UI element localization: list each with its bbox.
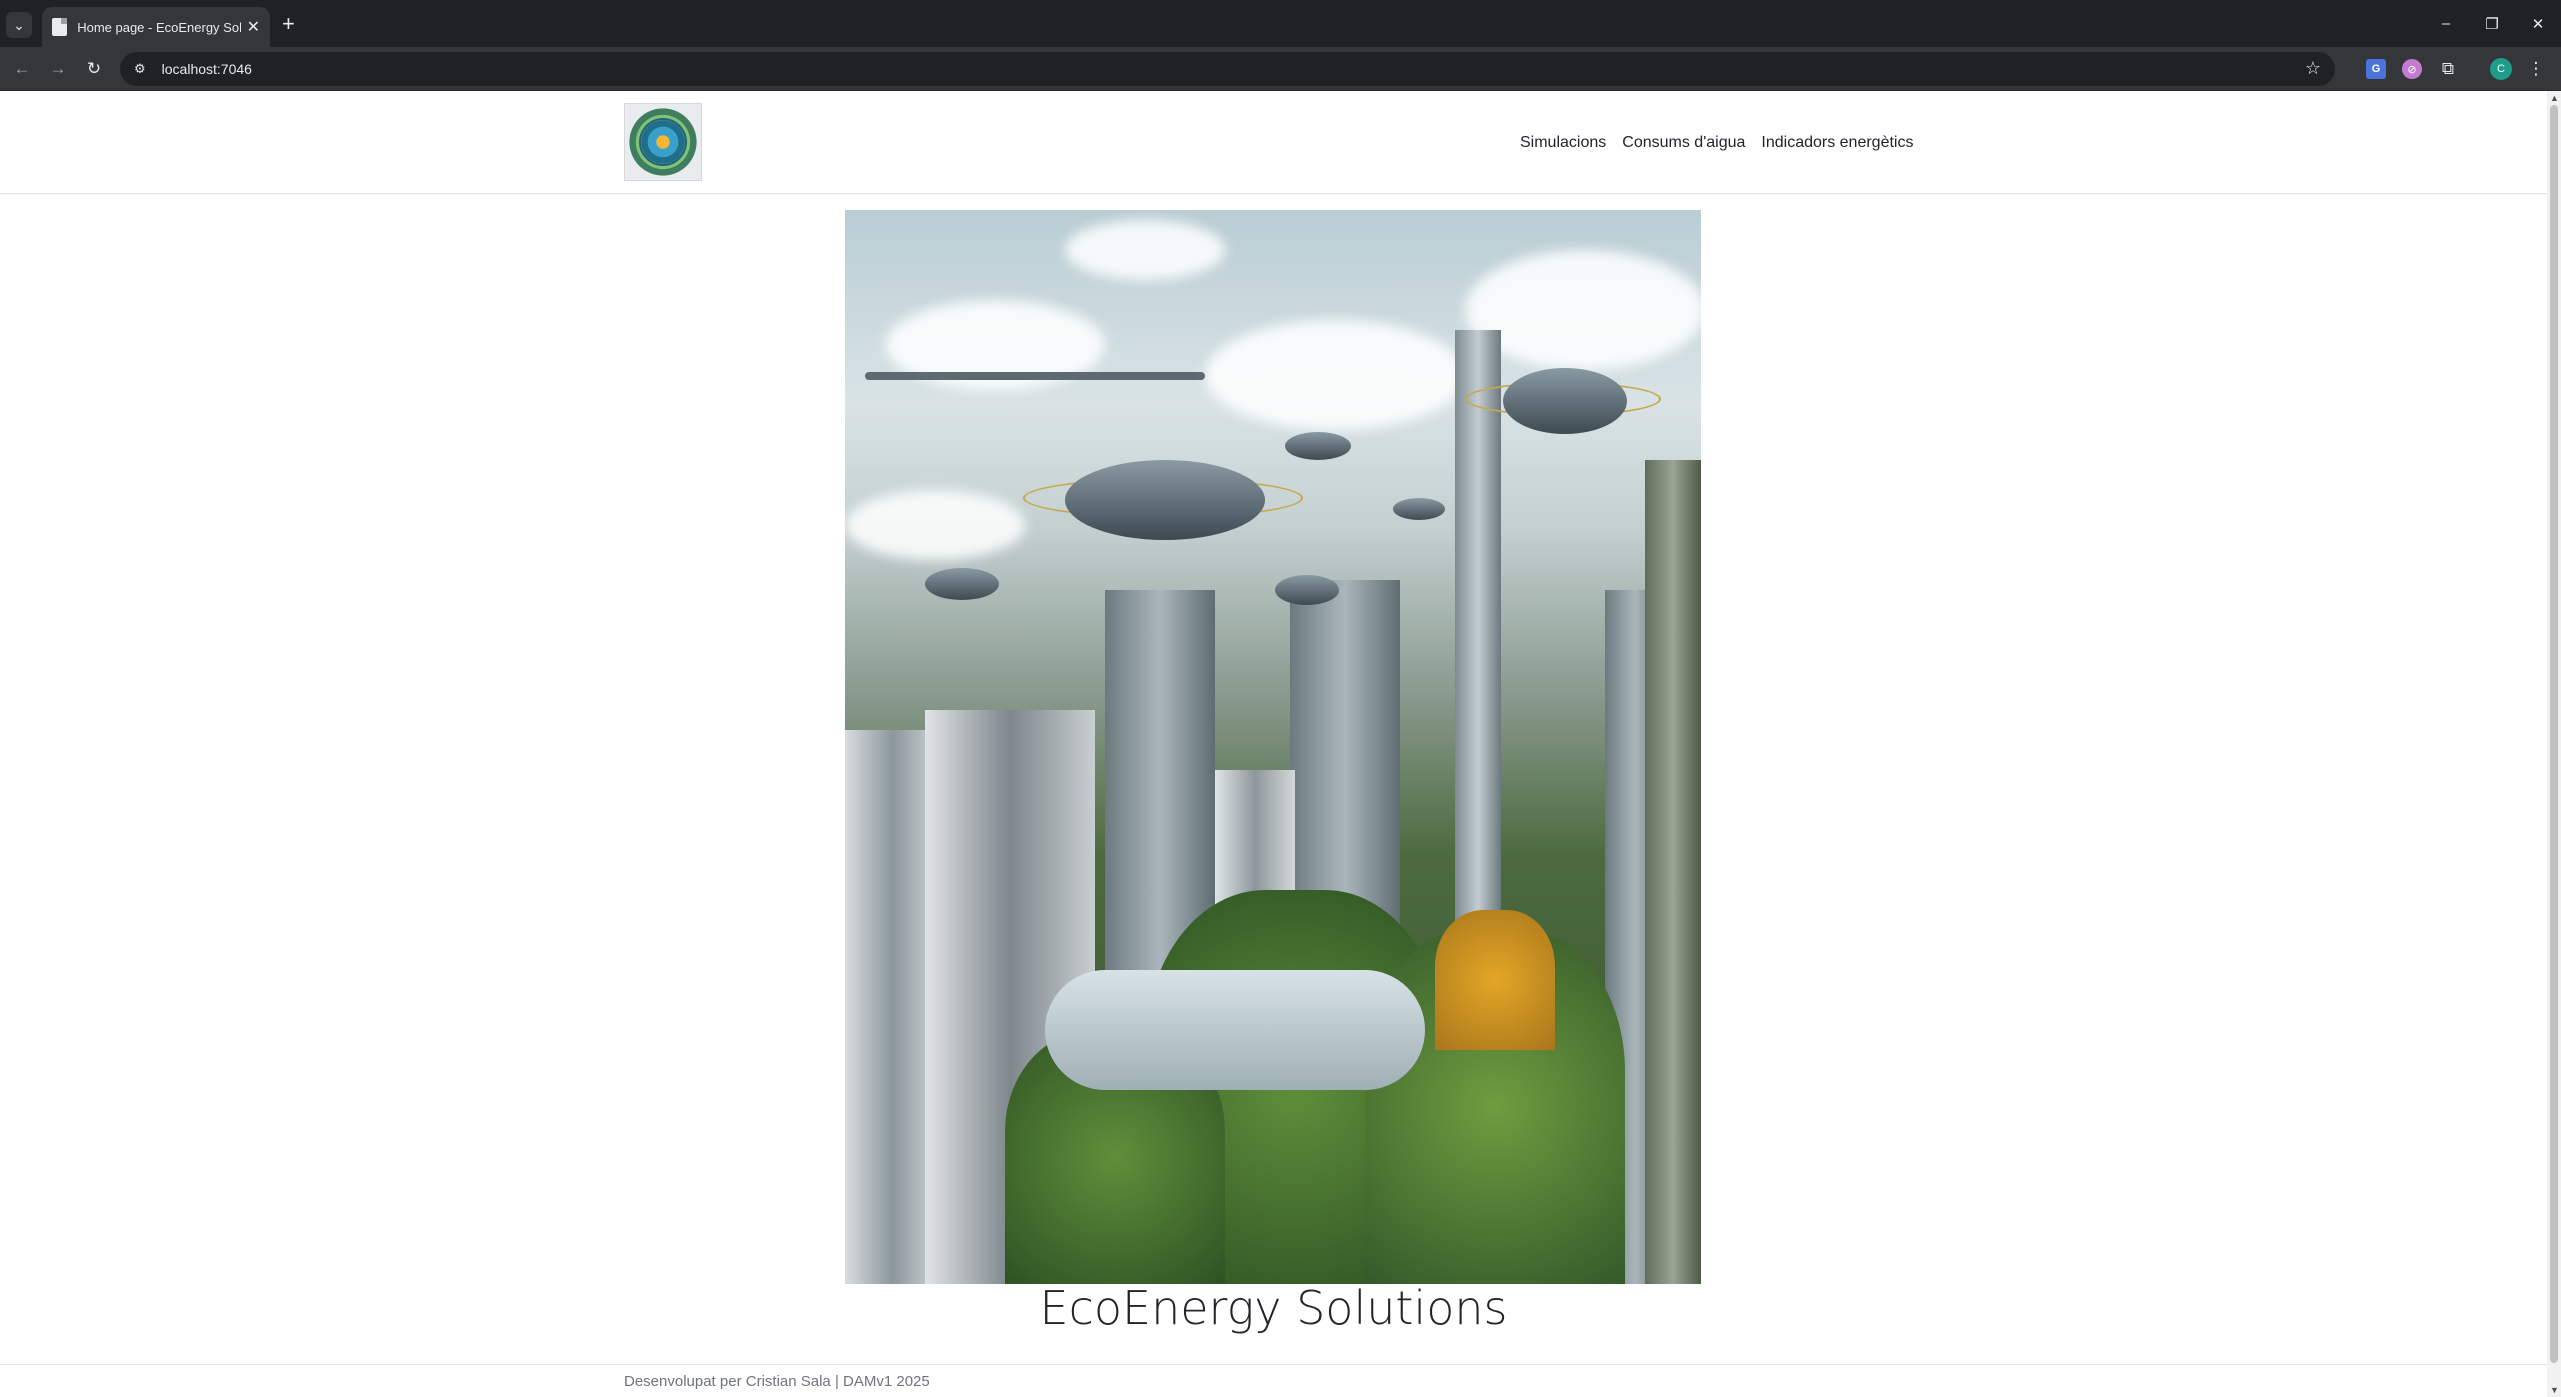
footer-text: Desenvolupat per Cristian Sala | DAMv1 2… (624, 1373, 930, 1390)
chevron-down-icon[interactable]: ⌄ (6, 12, 32, 38)
browser-toolbar: ← → ↻ ⚙ localhost:7046 ☆ G ⊘ ⧉ C ⋮ (0, 47, 2561, 91)
page-icon (52, 18, 68, 36)
site-footer: Desenvolupat per Cristian Sala | DAMv1 2… (0, 1364, 2547, 1397)
adblock-extension-icon[interactable]: ⊘ (2402, 59, 2422, 79)
browser-tab[interactable]: Home page - EcoEnergy Solutions ✕ (42, 7, 270, 47)
star-icon[interactable]: ☆ (2305, 58, 2321, 79)
url-text[interactable]: localhost:7046 (162, 61, 252, 77)
logo[interactable] (624, 103, 702, 181)
main-nav: Simulacions Consums d'aigua Indicadors e… (1520, 91, 1913, 194)
nav-link-indicadors-energetics[interactable]: Indicadors energètics (1761, 126, 1913, 160)
more-menu-icon[interactable]: ⋮ (2526, 59, 2546, 79)
arrow-left-icon[interactable]: ← (8, 55, 36, 83)
vertical-scrollbar[interactable]: ▲ ▼ (2547, 91, 2561, 1397)
scrollbar-thumb[interactable] (2550, 105, 2558, 1363)
page-viewport: Simulacions Consums d'aigua Indicadors e… (0, 91, 2561, 1397)
logo-ring (639, 118, 687, 166)
nav-link-consums-aigua[interactable]: Consums d'aigua (1622, 126, 1745, 160)
tune-icon[interactable]: ⚙ (134, 61, 146, 77)
arrow-right-icon[interactable]: → (44, 55, 72, 83)
translate-extension-icon[interactable]: G (2366, 59, 2386, 79)
window-controls: – ❐ ✕ (2423, 0, 2561, 47)
page-title: EcoEnergy Solutions (1039, 1281, 1508, 1335)
plus-icon[interactable]: + (282, 12, 295, 36)
minimize-icon[interactable]: – (2423, 0, 2469, 47)
hero-image (845, 210, 1701, 1284)
close-icon[interactable]: ✕ (247, 17, 260, 37)
browser-tab-bar: ⌄ Home page - EcoEnergy Solutions ✕ + – … (0, 0, 2561, 47)
site-header: Simulacions Consums d'aigua Indicadors e… (0, 91, 2547, 194)
profile-avatar-icon[interactable]: C (2490, 58, 2512, 80)
scroll-up-icon[interactable]: ▲ (2550, 93, 2559, 103)
extensions-icon[interactable]: ⧉ (2438, 59, 2458, 79)
scroll-down-icon[interactable]: ▼ (2550, 1385, 2559, 1395)
close-window-icon[interactable]: ✕ (2515, 0, 2561, 47)
restore-icon[interactable]: ❐ (2469, 0, 2515, 47)
tab-title: Home page - EcoEnergy Solutions (77, 19, 240, 35)
reload-icon[interactable]: ↻ (80, 55, 108, 83)
address-bar[interactable]: ⚙ localhost:7046 ☆ (120, 52, 2335, 86)
nav-link-simulacions[interactable]: Simulacions (1520, 126, 1606, 160)
